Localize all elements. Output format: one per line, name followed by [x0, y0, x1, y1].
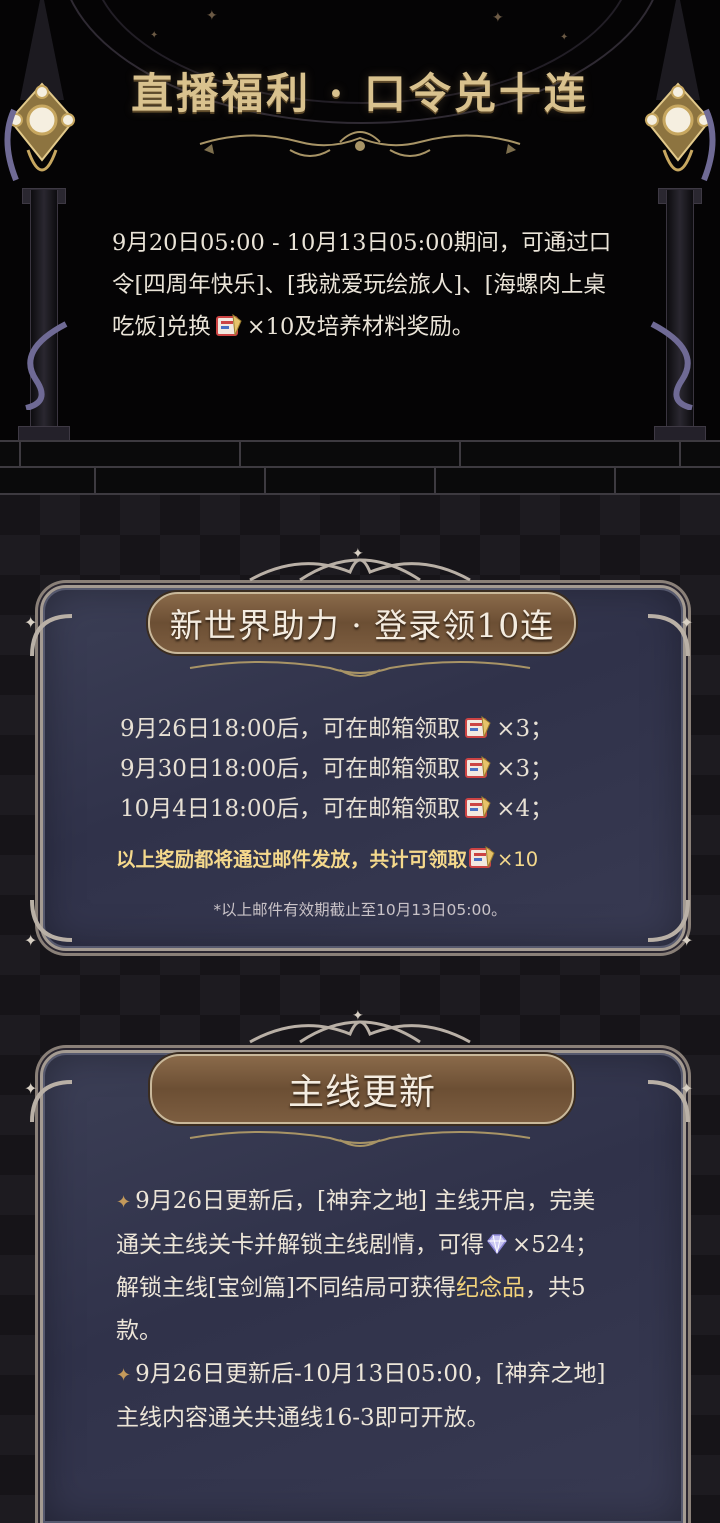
thorn-vine-icon [25, 321, 68, 410]
reward-multiplier: ×3； [496, 756, 554, 782]
live-intro-text: 9月20日05:00 - 10月13日05:00期间，可通过口令[四周年快乐]、… [112, 222, 612, 348]
sparkle-icon: ✦ [150, 30, 159, 41]
banner-crown-ornament-icon: ✦ [249, 546, 471, 582]
summary-text: 以上奖励都将通过邮件发放，共计可领取 [116, 848, 468, 871]
login-reward-line: 10月4日18:00后，可在邮箱领取 ×4； [120, 789, 600, 829]
svg-text:✦: ✦ [352, 1008, 364, 1024]
summon-ticket-icon [464, 754, 492, 780]
section-title-main: 主线更新 [150, 1054, 574, 1124]
souvenir-highlight: 纪念品 [455, 1275, 525, 1301]
intro-text-part: 及培养材料奖励。 [294, 314, 475, 340]
corner-flourish-icon: ✦ [647, 1079, 693, 1123]
banner-crown-ornament-icon: ✦ [249, 1008, 471, 1044]
intro-multiplier: ×10 [246, 314, 295, 340]
svg-text:✦: ✦ [24, 613, 37, 632]
thorn-vine-icon [650, 321, 693, 410]
sparkle-icon: ✦ [206, 8, 218, 24]
four-point-star-icon: ✦ [116, 1192, 132, 1213]
section-title-login: 新世界助力 · 登录领10连 [148, 592, 576, 654]
svg-text:✦: ✦ [24, 931, 37, 950]
corner-flourish-icon: ✦ [647, 613, 693, 657]
reward-multiplier: ×3； [496, 716, 554, 742]
sparkle-icon: ✦ [560, 32, 569, 43]
main-story-paragraph: ✦ 9月26日更新后-10月13日05:00，[神弃之地]主线内容通关共通线16-… [116, 1353, 616, 1440]
corner-flourish-icon: ✦ [24, 1079, 73, 1123]
gem-multiplier: ×524 [512, 1232, 576, 1258]
brick-wall [0, 440, 720, 495]
paragraph-text: 9月26日更新后-10月13日05:00，[神弃之地]主线内容通关共通线16-3… [116, 1361, 606, 1431]
summon-ticket-icon [464, 714, 492, 740]
login-reward-line: 9月30日18:00后，可在邮箱领取 ×3； [120, 749, 600, 789]
diamond-gem-icon [487, 1234, 507, 1255]
mail-expiry-note: *以上邮件有效期截止至10月13日05:00。 [213, 901, 507, 919]
reward-text: 9月30日18:00后，可在邮箱领取 [120, 756, 461, 782]
reward-text: 10月4日18:00后，可在邮箱领取 [120, 796, 461, 822]
summon-ticket-icon [215, 311, 243, 337]
four-point-star-icon: ✦ [116, 1365, 132, 1386]
sparkle-icon: ✦ [492, 10, 504, 26]
svg-text:✦: ✦ [680, 613, 693, 632]
login-summary-line: 以上奖励都将通过邮件发放，共计可领取 ×10 [116, 843, 616, 872]
svg-text:✦: ✦ [680, 1079, 693, 1098]
svg-text:✦: ✦ [680, 931, 693, 950]
summon-ticket-icon [464, 794, 492, 820]
corner-flourish-icon: ✦ [24, 613, 73, 657]
reward-text: 9月26日18:00后，可在邮箱领取 [120, 716, 461, 742]
banner-swirl-icon [189, 1131, 531, 1147]
svg-text:✦: ✦ [352, 546, 364, 562]
summon-ticket-icon [468, 845, 496, 871]
reward-multiplier: ×4； [496, 796, 554, 822]
summary-multiplier: ×10 [497, 848, 539, 871]
svg-text:✦: ✦ [24, 1079, 37, 1098]
banner-swirl-icon [189, 661, 531, 677]
title-flourish-icon [199, 131, 521, 157]
main-story-paragraph: ✦ 9月26日更新后，[神弃之地] 主线开启，完美通关主线关卡并解锁主线剧情，可得… [116, 1180, 616, 1353]
live-benefit-section: ✦ ✦ ✦ ✦ 直播福利 · 口令兑十连 9月20日05:00 - 10月13日… [0, 0, 720, 495]
login-reward-line: 9月26日18:00后，可在邮箱领取 ×3； [120, 709, 600, 749]
main-story-text: ✦ 9月26日更新后，[神弃之地] 主线开启，完美通关主线关卡并解锁主线剧情，可得… [116, 1180, 616, 1440]
section-title-live: 直播福利 · 口令兑十连 [131, 69, 589, 118]
